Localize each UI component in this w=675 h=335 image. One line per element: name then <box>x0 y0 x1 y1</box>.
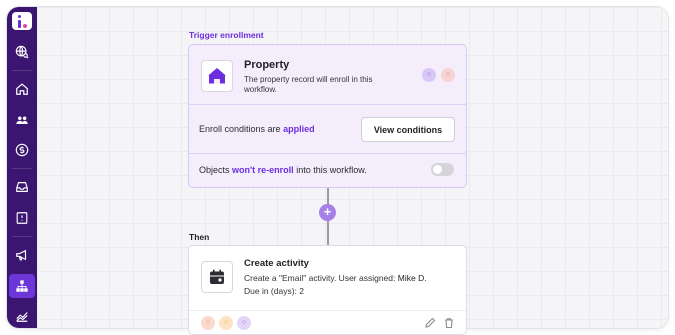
then-section-label: Then <box>189 232 210 242</box>
enroll-conditions-text: Enroll conditions are applied <box>199 124 315 134</box>
trigger-header: Property The property record will enroll… <box>189 45 466 105</box>
sidebar-item-inbox[interactable] <box>9 176 35 199</box>
sidebar-item-web[interactable] <box>9 40 35 63</box>
reenroll-toggle[interactable] <box>431 163 454 176</box>
sidebar-divider <box>12 235 32 237</box>
activity-title: Create activity <box>244 258 309 269</box>
activity-description: Create a "Email" activity. User assigned… <box>244 272 459 298</box>
view-conditions-button[interactable]: View conditions <box>361 117 455 142</box>
inbox-icon <box>16 182 28 193</box>
sidebar-divider <box>12 167 32 169</box>
activity-desc-line1: Create a "Email" activity. User assigned… <box>244 273 396 283</box>
home-icon <box>16 83 28 96</box>
trigger-title: Property <box>244 59 290 71</box>
sidebar-item-contacts[interactable] <box>9 108 35 131</box>
status-dot-icon: ○ <box>422 68 436 82</box>
trigger-section-label: Trigger enrollment <box>189 30 264 40</box>
list-icon <box>16 212 28 224</box>
sidebar-item-deals[interactable] <box>9 138 35 161</box>
trigger-description: The property record will enroll in this … <box>244 75 373 94</box>
status-dot-icon: ○ <box>237 316 251 330</box>
sidebar-item-marketing[interactable] <box>9 244 35 267</box>
sidebar <box>7 7 37 328</box>
app-logo[interactable] <box>12 12 32 31</box>
enroll-prefix: Enroll conditions are <box>199 124 281 134</box>
workflow-icon <box>16 280 28 292</box>
sidebar-item-reports[interactable] <box>9 305 35 328</box>
property-icon-box <box>201 60 233 92</box>
trash-icon <box>445 318 453 329</box>
house-icon <box>208 68 226 84</box>
reenroll-suffix: into this workflow. <box>296 165 367 175</box>
calendar-icon <box>210 269 224 284</box>
activity-icon-box <box>201 261 233 293</box>
status-dot-icon: ○ <box>219 316 233 330</box>
sidebar-divider <box>12 69 32 71</box>
status-dot-icon: ○ <box>441 68 455 82</box>
activity-footer-divider <box>189 310 466 311</box>
activity-assignee: Mike D. <box>397 273 427 283</box>
create-activity-card[interactable]: Create activity Create a "Email" activit… <box>188 245 467 335</box>
add-step-button[interactable]: + <box>319 204 336 221</box>
enroll-status: applied <box>283 124 315 134</box>
activity-desc-line2: Due in (days): 2 <box>244 286 304 296</box>
reenroll-accent: won't re-enroll <box>232 165 294 175</box>
sidebar-item-home[interactable] <box>9 77 35 100</box>
reenroll-prefix: Objects <box>199 165 230 175</box>
edit-button[interactable] <box>424 316 436 328</box>
sidebar-item-tasks[interactable] <box>9 206 35 229</box>
reports-icon <box>16 312 28 323</box>
contacts-icon <box>16 116 28 124</box>
megaphone-icon <box>16 250 27 261</box>
globe-search-icon <box>15 45 29 59</box>
pencil-icon <box>425 317 436 328</box>
plus-icon: + <box>323 204 332 219</box>
delete-button[interactable] <box>443 316 455 329</box>
reenroll-text: Objects won't re-enroll into this workfl… <box>199 165 367 175</box>
dollar-icon <box>15 143 29 157</box>
status-dot-icon: ○ <box>201 316 215 330</box>
sidebar-item-workflows[interactable] <box>9 274 35 298</box>
toggle-knob <box>433 165 442 174</box>
